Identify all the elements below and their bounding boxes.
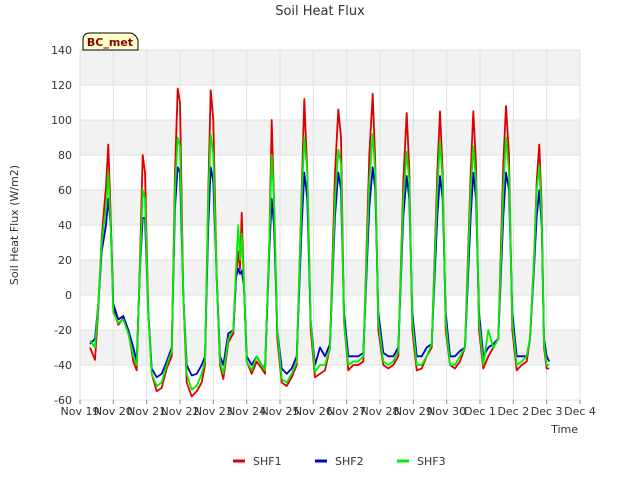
legend-label-shf3: SHF3 [417, 455, 446, 468]
y-tick-label: -20 [54, 324, 72, 337]
grid-band [80, 50, 580, 85]
y-tick-label: 140 [51, 44, 72, 57]
y-tick-label: 60 [58, 184, 72, 197]
x-axis-label: Time [550, 423, 578, 436]
y-tick-label: 100 [51, 114, 72, 127]
y-tick-label: -40 [54, 359, 72, 372]
site-badge: BC_met [82, 32, 139, 51]
y-axis-label: Soil Heat Flux (W/m2) [8, 165, 21, 285]
x-tick-label: Dec 2 [497, 405, 529, 418]
soil-heat-flux-chart: Soil Heat Flux -60-40-200204060801001201… [8, 4, 596, 468]
y-tick-label: 20 [58, 254, 72, 267]
y-axis-ticks: -60-40-20020406080100120140 [51, 44, 72, 407]
legend-label-shf2: SHF2 [335, 455, 364, 468]
x-tick-label: Dec 4 [564, 405, 596, 418]
site-badge-label: BC_met [87, 36, 133, 49]
legend: SHF1 SHF2 SHF3 [233, 455, 446, 468]
x-tick-label: Nov 30 [427, 405, 466, 418]
y-tick-label: 40 [58, 219, 72, 232]
grid-band [80, 260, 580, 295]
x-tick-label: Dec 1 [464, 405, 496, 418]
legend-label-shf1: SHF1 [253, 455, 282, 468]
chart-title: Soil Heat Flux [275, 4, 365, 19]
grid-band [80, 225, 580, 260]
y-tick-label: 0 [65, 289, 72, 302]
y-tick-label: 80 [58, 149, 72, 162]
x-tick-label: Dec 3 [531, 405, 563, 418]
x-axis-ticks: Nov 19Nov 20Nov 21Nov 22Nov 23Nov 24Nov … [61, 400, 596, 418]
y-tick-label: 120 [51, 79, 72, 92]
